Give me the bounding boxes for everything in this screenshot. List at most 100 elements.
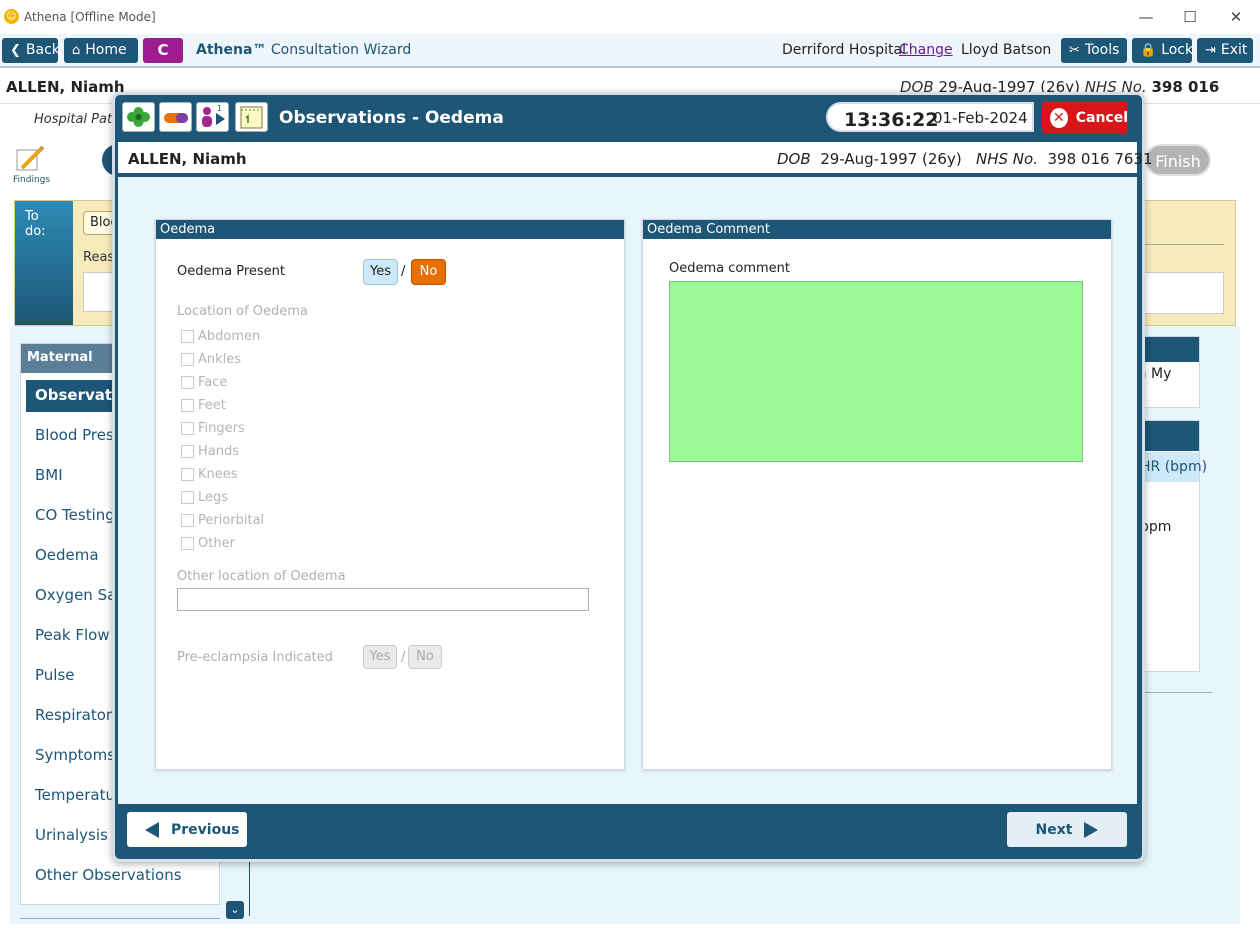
findings-label: Findings: [13, 175, 51, 185]
svg-text:1: 1: [217, 104, 222, 113]
location-checkbox-abdomen[interactable]: Abdomen: [181, 327, 260, 345]
back-button[interactable]: ❮ Back: [2, 38, 60, 63]
sidebar-item-temperature[interactable]: Temperatur: [26, 780, 126, 812]
modal-footer: [118, 804, 1137, 854]
yes-no-separator: /: [401, 264, 406, 279]
modal-patient-details: DOB 29-Aug-1997 (26y) NHS No. 398 016 76…: [777, 150, 1153, 168]
cancel-button[interactable]: ✕ Cancel: [1042, 101, 1128, 134]
sidebar-item-peak-flow[interactable]: Peak Flow: [26, 620, 126, 652]
lock-button[interactable]: 🔒 Lock: [1132, 38, 1194, 63]
sidebar-item-oedema[interactable]: Oedema: [26, 540, 126, 572]
checkbox[interactable]: [181, 513, 194, 527]
chevron-left-icon: ❮: [10, 43, 21, 58]
findings-pencil-icon[interactable]: [14, 144, 46, 174]
current-date: 01-Feb-2024: [933, 109, 1028, 127]
tools-label: Tools: [1084, 42, 1120, 58]
change-hospital-link[interactable]: Change: [899, 42, 953, 58]
exit-button[interactable]: ⇥ Exit: [1197, 38, 1253, 63]
todo-reason-label: Reas: [83, 250, 115, 265]
close-window-button[interactable]: ✕: [1224, 6, 1248, 28]
wizard-title: Athena™ Consultation Wizard: [196, 42, 412, 58]
location-checkbox-periorbital[interactable]: Periorbital: [181, 511, 264, 529]
sidebar-item-symptoms[interactable]: Symptoms: [26, 740, 126, 772]
lock-label: Lock: [1161, 42, 1194, 58]
sidebar-item-other-observations[interactable]: Other Observations: [26, 860, 206, 892]
back-label: Back: [25, 42, 60, 58]
consultation-c-button[interactable]: C: [143, 38, 183, 63]
right-panel-divider: [1138, 692, 1212, 693]
sidebar-item-pulse[interactable]: Pulse: [26, 660, 126, 692]
clover-icon[interactable]: [122, 102, 155, 132]
patient-name: ALLEN, Niamh: [6, 78, 125, 96]
next-label: Next: [1035, 821, 1073, 838]
right-panel-column-label: HR (bpm): [1140, 459, 1208, 475]
pre-eclampsia-separator: /: [401, 650, 406, 665]
home-button[interactable]: ⌂ Home: [64, 38, 138, 63]
finish-button[interactable]: Finish: [1145, 144, 1211, 176]
pre-eclampsia-no-button[interactable]: No: [408, 645, 442, 669]
medication-capsule-icon[interactable]: [159, 102, 192, 132]
home-icon: ⌂: [72, 43, 81, 58]
current-time: 13:36:22: [844, 109, 939, 131]
maximize-button[interactable]: ☐: [1178, 6, 1202, 28]
title-bar: ☺ Athena [Offline Mode] — ☐ ✕: [0, 0, 1260, 34]
arrow-left-icon: [145, 821, 159, 838]
previous-label: Previous: [171, 821, 240, 838]
checkbox[interactable]: [181, 352, 194, 366]
location-checkbox-other[interactable]: Other: [181, 534, 235, 552]
oedema-comment-card-header: Oedema Comment: [643, 220, 1111, 239]
person-queue-icon[interactable]: 1: [196, 102, 229, 132]
sidebar-item-oxygen-saturation[interactable]: Oxygen Sat: [26, 580, 126, 612]
window-title: Athena [Offline Mode]: [24, 10, 156, 24]
checkbox[interactable]: [181, 467, 194, 481]
sidebar-item-respiratory[interactable]: Respiratory: [26, 700, 126, 732]
oedema-comment-label: Oedema comment: [669, 261, 791, 276]
arrow-right-icon: [1084, 821, 1099, 838]
other-location-input[interactable]: [177, 588, 589, 611]
checkbox[interactable]: [181, 536, 194, 550]
todo-divider: [1140, 244, 1224, 245]
notepad-icon[interactable]: [235, 102, 268, 132]
oedema-comment-textarea[interactable]: [669, 281, 1083, 462]
location-checkbox-feet[interactable]: Feet: [181, 396, 226, 414]
checkbox[interactable]: [181, 375, 194, 389]
modal-patient-name: ALLEN, Niamh: [128, 150, 247, 168]
todo-label: To do:: [15, 201, 73, 325]
cancel-x-icon: ✕: [1050, 107, 1068, 128]
hospital-patient-label: Hospital Pati: [34, 112, 116, 127]
checkbox[interactable]: [181, 398, 194, 412]
location-checkbox-face[interactable]: Face: [181, 373, 227, 391]
chevron-down-icon[interactable]: ⌄: [226, 901, 244, 919]
sidebar-item-bmi[interactable]: BMI: [26, 460, 126, 492]
checkbox[interactable]: [181, 444, 194, 458]
minimize-button[interactable]: —: [1134, 6, 1158, 28]
tools-button[interactable]: ✂ Tools: [1061, 38, 1127, 63]
previous-button[interactable]: Previous: [127, 812, 247, 847]
next-button[interactable]: Next: [1007, 812, 1127, 847]
sidebar-item-co-testing[interactable]: CO Testing: [26, 500, 126, 532]
right-panel-bottom-header: [1139, 421, 1199, 451]
oedema-present-yes-button[interactable]: Yes: [363, 259, 398, 285]
exit-icon: ⇥: [1205, 43, 1216, 58]
location-checkbox-fingers[interactable]: Fingers: [181, 419, 245, 437]
oedema-present-no-button[interactable]: No: [411, 259, 446, 285]
checkbox[interactable]: [181, 490, 194, 504]
location-checkbox-legs[interactable]: Legs: [181, 488, 228, 506]
right-panel-top-header: [1139, 337, 1199, 362]
sidebar-divider: [20, 918, 220, 919]
location-checkbox-knees[interactable]: Knees: [181, 465, 238, 483]
pre-eclampsia-yes-button[interactable]: Yes: [363, 645, 397, 669]
location-of-oedema-label: Location of Oedema: [177, 304, 308, 319]
sidebar-item-observations[interactable]: Observation: [26, 380, 126, 412]
location-checkbox-hands[interactable]: Hands: [181, 442, 239, 460]
sidebar-item-blood-pressure[interactable]: Blood Press: [26, 420, 126, 452]
oedema-card-header: Oedema: [156, 220, 624, 239]
modal-title: Observations - Oedema: [279, 108, 504, 128]
todo-right-input[interactable]: [1140, 272, 1224, 314]
checkbox[interactable]: [181, 329, 194, 343]
user-name: Lloyd Batson: [961, 42, 1052, 58]
checkbox[interactable]: [181, 421, 194, 435]
sidebar-item-urinalysis[interactable]: Urinalysis: [26, 820, 126, 852]
location-checkbox-ankles[interactable]: Ankles: [181, 350, 241, 368]
tools-icon: ✂: [1069, 43, 1080, 58]
